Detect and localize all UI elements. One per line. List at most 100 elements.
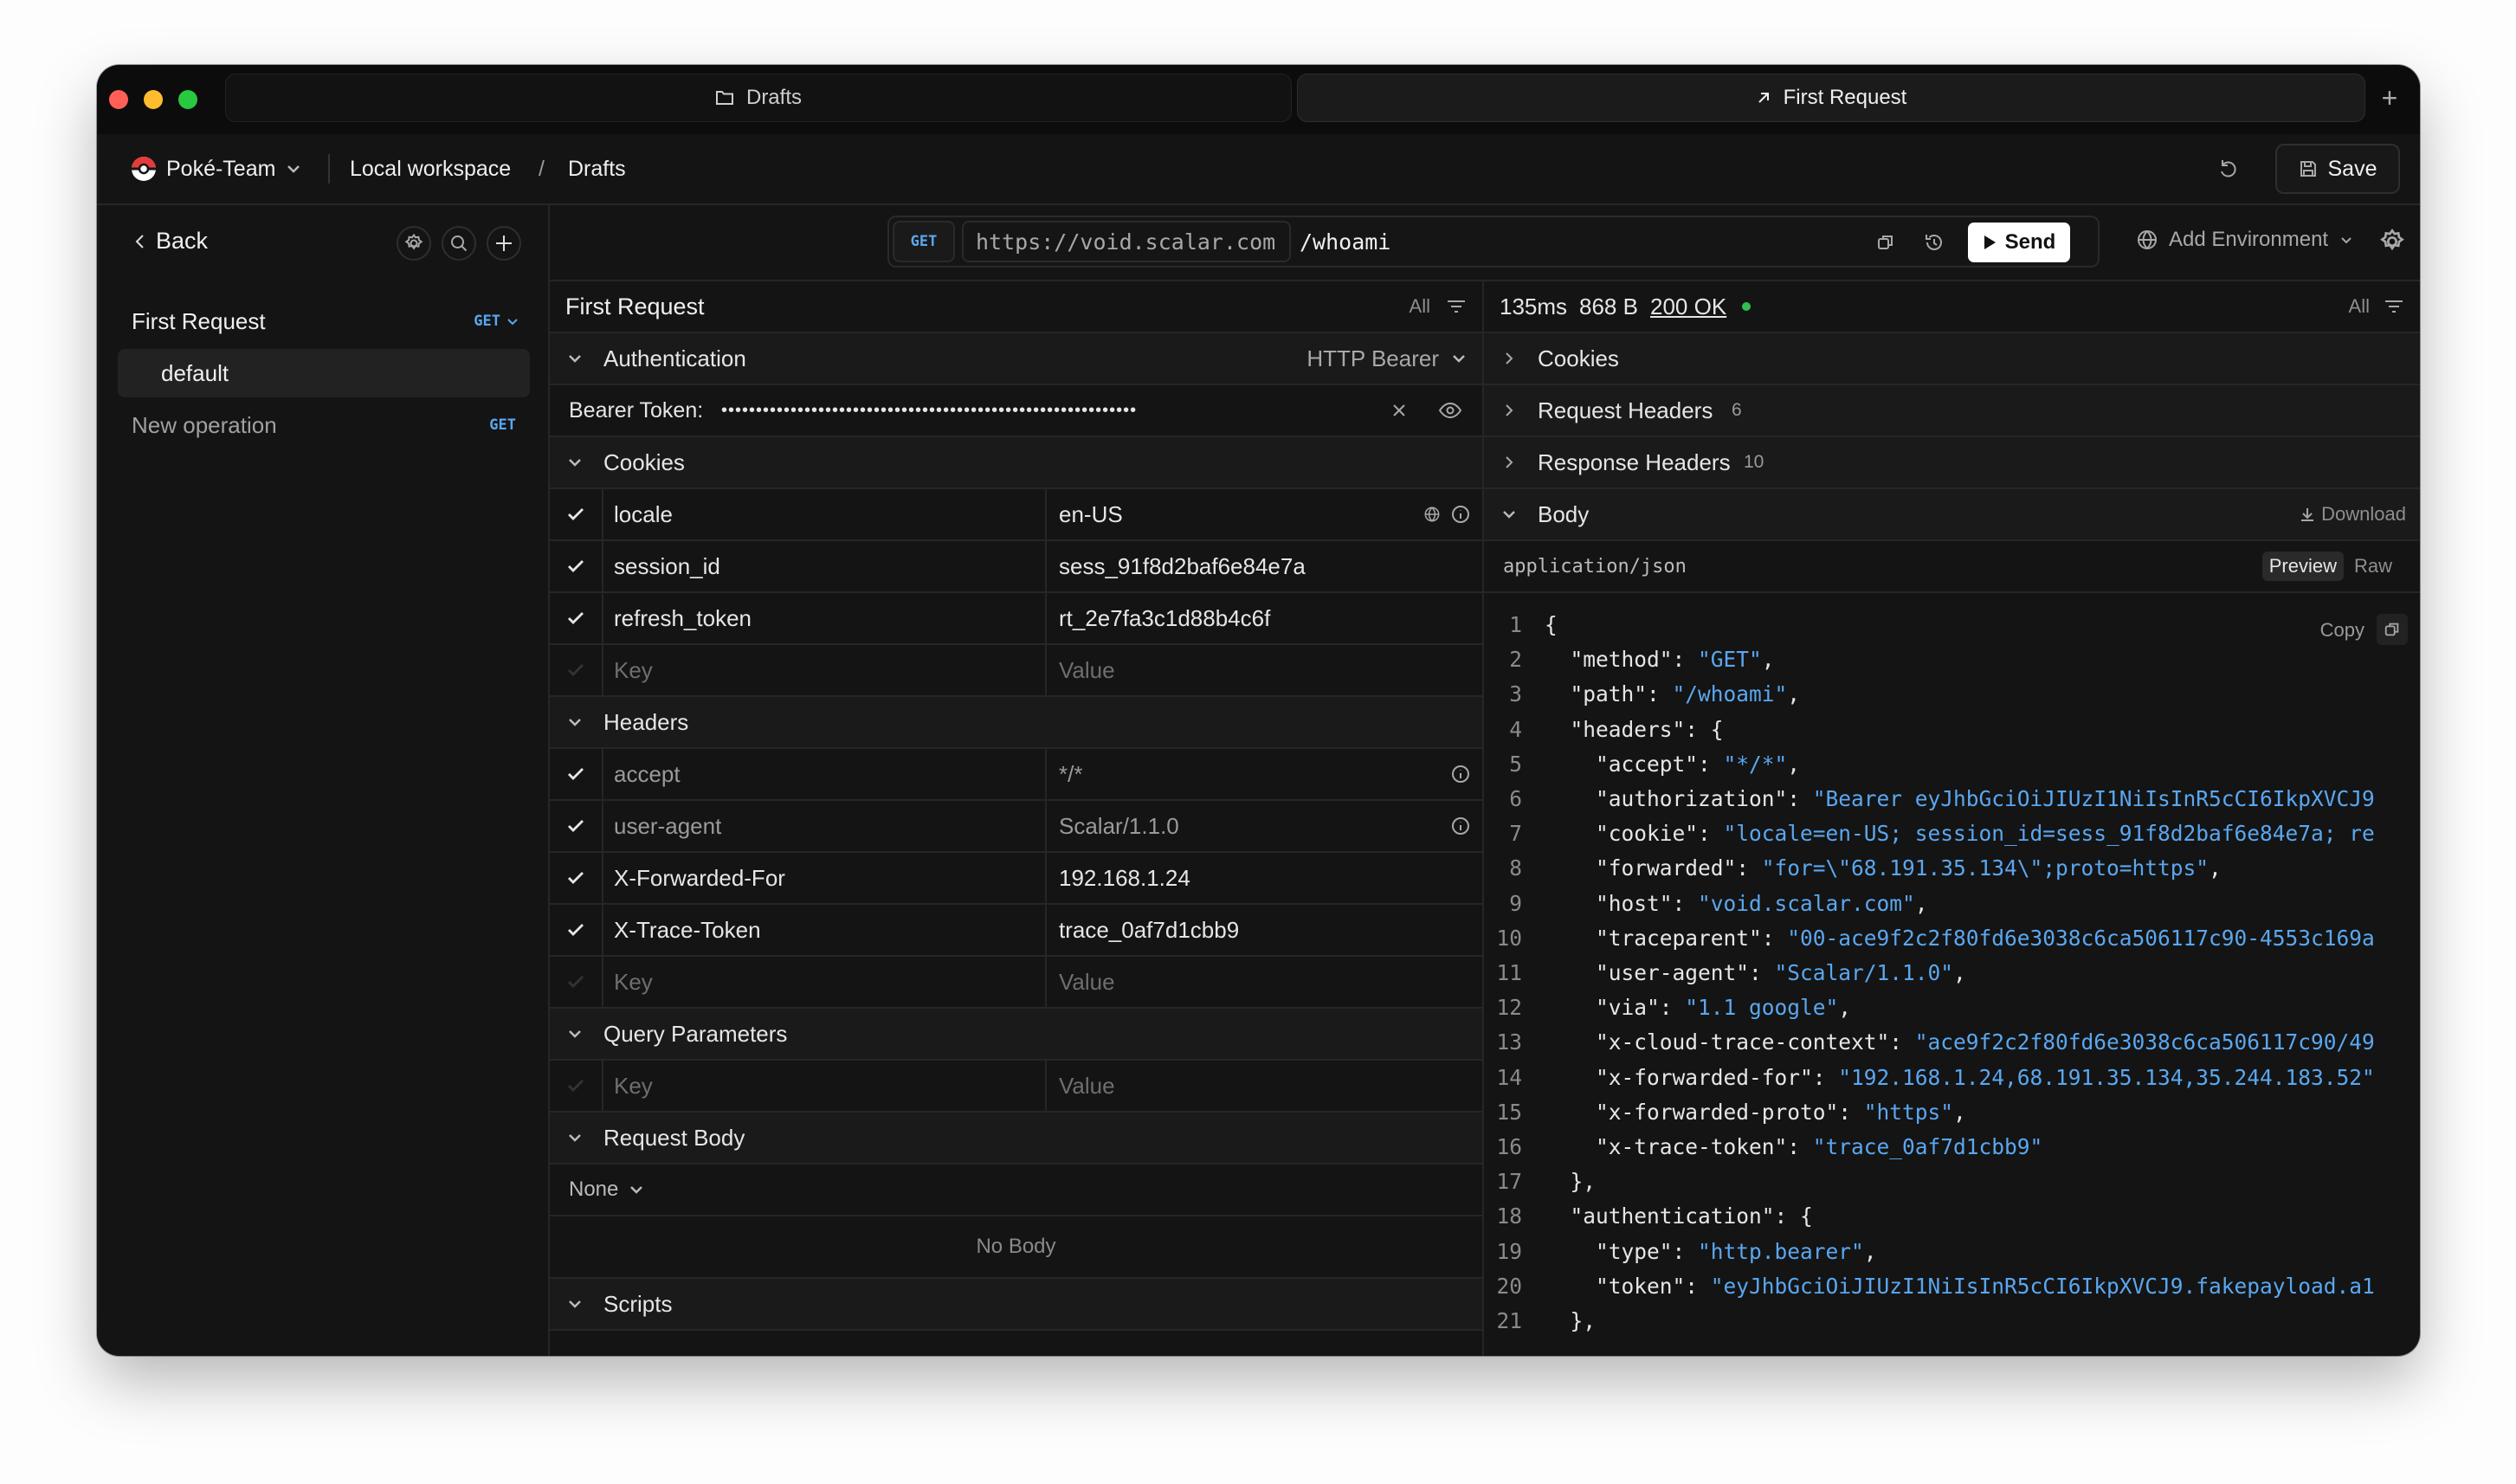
- divider: [328, 154, 330, 184]
- globe-icon[interactable]: [1423, 506, 1441, 523]
- search-button[interactable]: [442, 226, 476, 261]
- value-input[interactable]: Value: [1048, 957, 1482, 1007]
- section-query-parameters[interactable]: Query Parameters: [550, 1009, 1482, 1061]
- team-switcher[interactable]: Poké-Team: [130, 155, 303, 183]
- auth-type-selector[interactable]: HTTP Bearer: [1306, 345, 1439, 372]
- section-body[interactable]: Body Download: [1484, 489, 2420, 541]
- copy-icon-button[interactable]: [2377, 614, 2408, 645]
- settings-button[interactable]: [397, 226, 431, 261]
- checkbox-checked-icon[interactable]: [564, 554, 588, 578]
- tab-drafts[interactable]: Drafts: [225, 74, 1292, 122]
- add-button[interactable]: [487, 226, 521, 261]
- chevron-down-icon: [569, 355, 581, 363]
- header-value[interactable]: 192.168.1.24: [1048, 853, 1482, 903]
- filter-label[interactable]: All: [2349, 295, 2370, 318]
- body-type-label: None: [569, 1178, 619, 1201]
- checkbox-unchecked-icon[interactable]: [564, 658, 588, 682]
- header-value[interactable]: trace_0af7d1cbb9: [1048, 905, 1482, 955]
- checkbox-checked-icon[interactable]: [564, 502, 588, 526]
- code-line: "x-cloud-trace-context": "ace9f2c2f80fd6…: [1545, 1029, 2375, 1055]
- back-button[interactable]: Back: [132, 228, 208, 255]
- preview-tab[interactable]: Preview: [2261, 552, 2344, 581]
- header-value[interactable]: Scalar/1.1.0: [1048, 801, 1482, 851]
- clear-icon[interactable]: [1390, 401, 1409, 420]
- raw-tab[interactable]: Raw: [2354, 555, 2392, 577]
- method-selector[interactable]: GET: [893, 221, 955, 262]
- path-input[interactable]: /whoami: [1300, 221, 1819, 262]
- no-body-label: No Body: [976, 1235, 1056, 1258]
- close-window-button[interactable]: [109, 90, 128, 109]
- cookie-value[interactable]: sess_91f8d2baf6e84e7a: [1048, 541, 1482, 591]
- sidebar-item-first-request[interactable]: First Request GET: [123, 300, 530, 342]
- header-value[interactable]: */*: [1048, 749, 1482, 799]
- key-input[interactable]: Key: [602, 957, 1047, 1007]
- section-request-body[interactable]: Request Body: [550, 1113, 1482, 1165]
- value-input[interactable]: Value: [1048, 1061, 1482, 1111]
- line-number: 16: [1496, 1134, 1522, 1159]
- checkbox-checked-icon[interactable]: [564, 918, 588, 942]
- header-key[interactable]: X-Forwarded-For: [602, 853, 1047, 903]
- info-icon[interactable]: [1451, 505, 1470, 524]
- cookie-key[interactable]: refresh_token: [602, 593, 1047, 643]
- body-type-selector[interactable]: None: [569, 1178, 646, 1202]
- download-button[interactable]: Download: [2299, 503, 2406, 526]
- send-button[interactable]: Send: [1968, 223, 2070, 262]
- cookie-value[interactable]: rt_2e7fa3c1d88b4c6f: [1048, 593, 1482, 643]
- history-icon[interactable]: [1923, 231, 1945, 254]
- checkbox-unchecked-icon[interactable]: [564, 1074, 588, 1098]
- new-tab-button[interactable]: +: [2372, 81, 2407, 115]
- zoom-window-button[interactable]: [178, 90, 197, 109]
- section-request-headers[interactable]: Request Headers 6: [1484, 385, 2420, 437]
- filter-icon[interactable]: [1446, 298, 1467, 315]
- info-icon[interactable]: [1451, 765, 1470, 784]
- section-response-headers[interactable]: Response Headers 10: [1484, 437, 2420, 489]
- copy-button[interactable]: Copy: [2320, 619, 2364, 642]
- checkbox-checked-icon[interactable]: [564, 866, 588, 890]
- server-selector[interactable]: https://void.scalar.com: [962, 221, 1291, 262]
- minimize-window-button[interactable]: [144, 90, 163, 109]
- status-dot: [1742, 302, 1751, 311]
- sidebar-item-new-operation[interactable]: New operation GET: [123, 404, 530, 446]
- header-key[interactable]: user-agent: [602, 801, 1047, 851]
- cookie-key[interactable]: session_id: [602, 541, 1047, 591]
- gear-icon[interactable]: [2378, 228, 2406, 255]
- checkbox-unchecked-icon[interactable]: [564, 970, 588, 994]
- section-cookies[interactable]: Cookies: [550, 437, 1482, 489]
- info-icon[interactable]: [1451, 816, 1470, 836]
- save-button[interactable]: Save: [2275, 144, 2400, 194]
- bearer-token-input[interactable]: ••••••••••••••••••••••••••••••••••••••••…: [721, 401, 1345, 421]
- cookie-value[interactable]: en-US: [1048, 489, 1482, 539]
- value-input[interactable]: Value: [1048, 645, 1482, 695]
- tab-label: Drafts: [745, 86, 802, 109]
- section-authentication[interactable]: Authentication HTTP Bearer: [550, 333, 1482, 385]
- response-status[interactable]: 200 OK: [1650, 294, 1726, 320]
- header-key[interactable]: accept: [602, 749, 1047, 799]
- address-bar-row: GET https://void.scalar.com /whoami Send…: [550, 205, 2420, 281]
- tab-first-request[interactable]: First Request: [1297, 74, 2365, 122]
- breadcrumb-workspace[interactable]: Local workspace: [350, 157, 511, 182]
- breadcrumb-collection[interactable]: Drafts: [568, 157, 626, 182]
- filter-icon[interactable]: [2384, 298, 2404, 315]
- checkbox-checked-icon[interactable]: [564, 814, 588, 838]
- section-response-cookies[interactable]: Cookies: [1484, 333, 2420, 385]
- key-input[interactable]: Key: [602, 645, 1047, 695]
- section-scripts[interactable]: Scripts: [550, 1279, 1482, 1331]
- chevron-down-icon: [2341, 237, 2351, 244]
- section-headers[interactable]: Headers: [550, 697, 1482, 749]
- filter-label[interactable]: All: [1410, 295, 1430, 318]
- key-input[interactable]: Key: [602, 1061, 1047, 1111]
- count-badge: 10: [1744, 452, 1764, 472]
- checkbox-checked-icon[interactable]: [564, 606, 588, 630]
- undo-icon[interactable]: [2216, 157, 2241, 181]
- response-time: 135ms: [1500, 293, 1568, 319]
- checkbox-checked-icon[interactable]: [564, 762, 588, 786]
- environment-selector[interactable]: Add Environment: [2136, 228, 2354, 252]
- sidebar-item-default-example[interactable]: default: [118, 349, 530, 397]
- table-row-new: Key Value: [550, 645, 1482, 697]
- chevron-down-icon: [1453, 355, 1465, 363]
- body-type-row: None: [550, 1165, 1482, 1216]
- eye-icon[interactable]: [1438, 401, 1462, 420]
- header-key[interactable]: X-Trace-Token: [602, 905, 1047, 955]
- cookie-key[interactable]: locale: [602, 489, 1047, 539]
- copy-url-icon[interactable]: [1876, 233, 1895, 252]
